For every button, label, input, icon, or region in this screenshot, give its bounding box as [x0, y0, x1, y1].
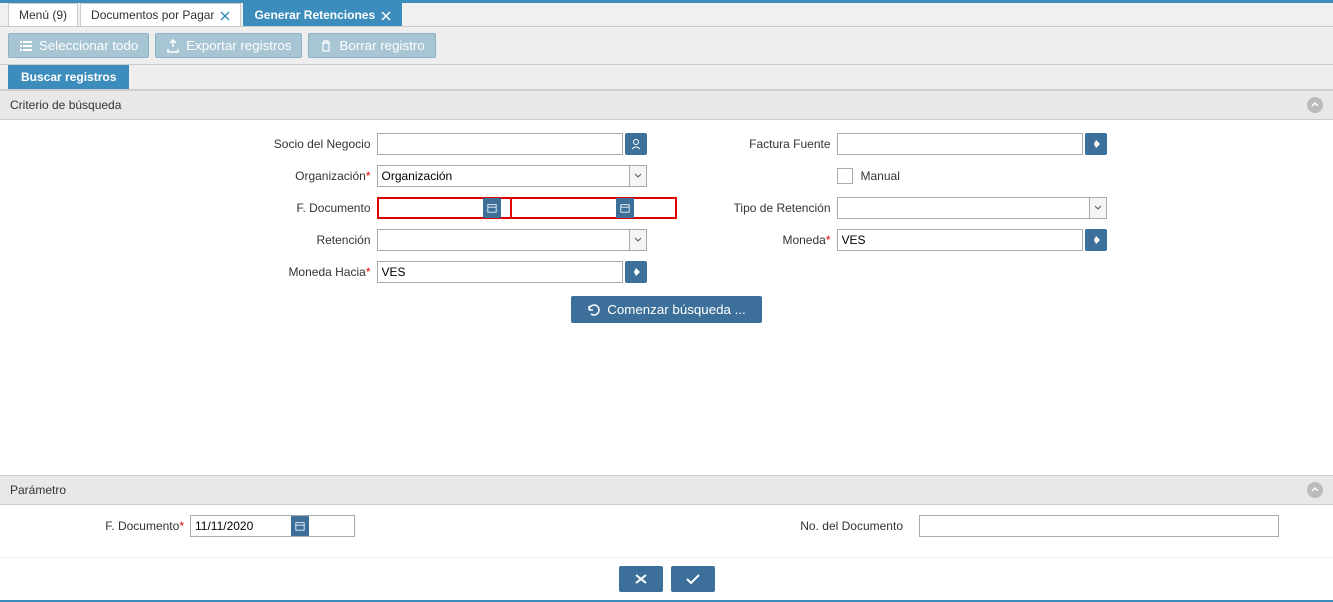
list-icon — [19, 39, 33, 53]
select-all-button[interactable]: Seleccionar todo — [8, 33, 149, 58]
org-select[interactable] — [377, 165, 647, 187]
pin-icon — [630, 266, 642, 278]
section-title: Parámetro — [10, 483, 66, 497]
socio-label: Socio del Negocio — [227, 137, 377, 151]
param-nodoc-label: No. del Documento — [800, 519, 903, 533]
param-fdoc-input[interactable] — [190, 515, 355, 537]
subtab-buscar[interactable]: Buscar registros — [8, 65, 129, 89]
retencion-select[interactable] — [377, 229, 647, 251]
section-title: Criterio de búsqueda — [10, 98, 121, 112]
param-form: F. Documento* No. del Documento — [0, 505, 1333, 557]
fdoc-to-input[interactable] — [510, 197, 677, 219]
tipo-ret-label: Tipo de Retención — [687, 201, 837, 215]
manual-checkbox[interactable] — [837, 168, 853, 184]
moneda-hacia-input[interactable] — [377, 261, 623, 283]
subtabs: Buscar registros — [0, 65, 1333, 90]
fdoc-label: F. Documento — [227, 201, 377, 215]
param-nodoc-input[interactable] — [919, 515, 1279, 537]
trash-icon — [319, 39, 333, 53]
criteria-header: Criterio de búsqueda — [0, 90, 1333, 120]
factura-label: Factura Fuente — [687, 137, 837, 151]
calendar-icon[interactable] — [291, 516, 309, 536]
pin-icon — [1090, 234, 1102, 246]
check-icon — [685, 572, 701, 586]
refresh-icon — [587, 303, 601, 317]
ok-button[interactable] — [671, 566, 715, 592]
tipo-ret-select[interactable] — [837, 197, 1107, 219]
button-label: Seleccionar todo — [39, 38, 138, 53]
tab-label: Generar Retenciones — [254, 8, 375, 22]
user-icon — [630, 138, 642, 150]
factura-clear-button[interactable] — [1085, 133, 1107, 155]
toolbar: Seleccionar todo Exportar registros Borr… — [0, 27, 1333, 65]
tab-menu[interactable]: Menú (9) — [8, 3, 78, 26]
calendar-icon[interactable] — [483, 198, 501, 218]
manual-label: Manual — [861, 169, 900, 183]
socio-lookup-button[interactable] — [625, 133, 647, 155]
cancel-button[interactable] — [619, 566, 663, 592]
moneda-hacia-label: Moneda Hacia* — [227, 265, 377, 279]
close-icon[interactable] — [220, 10, 230, 20]
subtab-label: Buscar registros — [21, 70, 116, 84]
factura-input[interactable] — [837, 133, 1083, 155]
chevron-down-icon[interactable] — [1089, 197, 1107, 219]
start-search-button[interactable]: Comenzar búsqueda ... — [571, 296, 762, 323]
tab-generar-retenciones[interactable]: Generar Retenciones — [243, 3, 402, 26]
collapse-icon[interactable] — [1307, 97, 1323, 113]
chevron-down-icon[interactable] — [629, 229, 647, 251]
tab-label: Menú (9) — [19, 8, 67, 22]
tab-label: Documentos por Pagar — [91, 8, 214, 22]
org-label: Organización* — [227, 169, 377, 183]
param-fdoc-label: F. Documento* — [14, 519, 184, 533]
delete-button[interactable]: Borrar registro — [308, 33, 435, 58]
moneda-hacia-clear-button[interactable] — [625, 261, 647, 283]
export-icon — [166, 39, 180, 53]
export-button[interactable]: Exportar registros — [155, 33, 302, 58]
pin-icon — [1090, 138, 1102, 150]
param-header: Parámetro — [0, 475, 1333, 505]
chevron-down-icon[interactable] — [629, 165, 647, 187]
x-icon — [633, 572, 649, 586]
moneda-clear-button[interactable] — [1085, 229, 1107, 251]
calendar-icon[interactable] — [616, 198, 634, 218]
tab-documentos[interactable]: Documentos por Pagar — [80, 3, 241, 26]
collapse-icon[interactable] — [1307, 482, 1323, 498]
criteria-form: Socio del Negocio Organización* F. Docum… — [0, 120, 1333, 335]
main-tabs: Menú (9) Documentos por Pagar Generar Re… — [0, 3, 1333, 27]
button-label: Exportar registros — [186, 38, 291, 53]
moneda-input[interactable] — [837, 229, 1083, 251]
moneda-label: Moneda* — [687, 233, 837, 247]
footer-buttons — [0, 557, 1333, 600]
retencion-label: Retención — [227, 233, 377, 247]
button-label: Borrar registro — [339, 38, 424, 53]
button-label: Comenzar búsqueda ... — [607, 302, 746, 317]
close-icon[interactable] — [381, 10, 391, 20]
socio-input[interactable] — [377, 133, 623, 155]
